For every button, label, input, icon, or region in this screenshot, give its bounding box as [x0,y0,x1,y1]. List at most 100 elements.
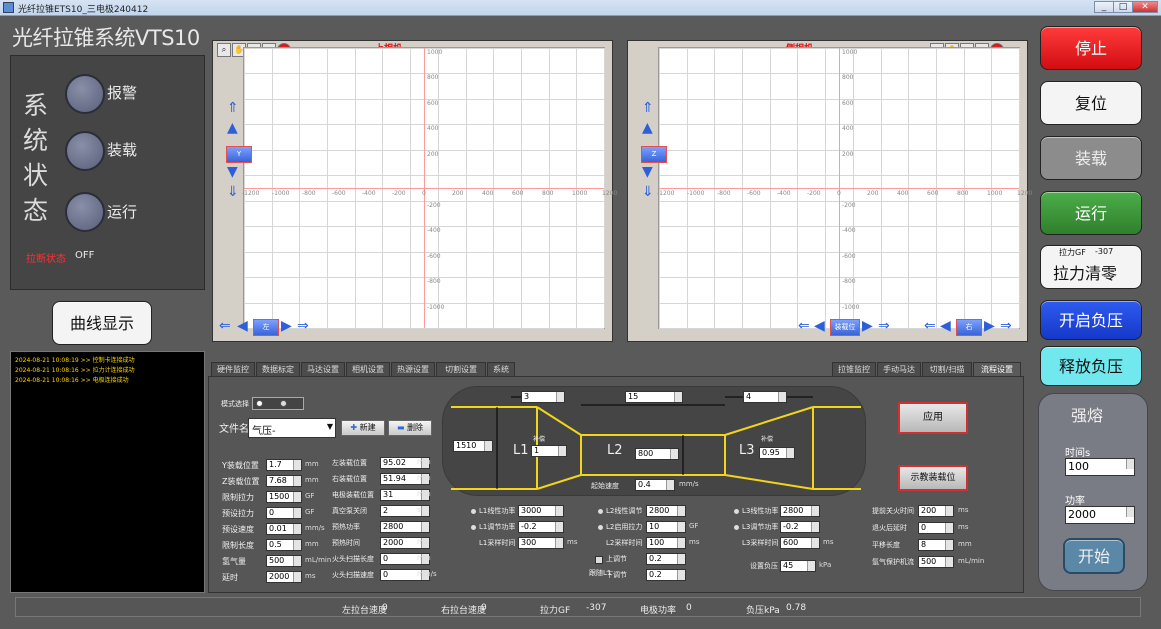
field-input[interactable]: 1500 [266,491,302,503]
open-negative-pressure-button[interactable]: 开启负压 [1040,300,1142,340]
field-input[interactable]: 0.01 [266,523,302,535]
left-fast-icon[interactable]: ⇐ [924,319,936,333]
field-input[interactable]: 0 [918,522,954,534]
new-file-button[interactable]: ✚ 新建 [341,420,385,436]
field-input[interactable]: 500 [918,556,954,568]
radio-button[interactable] [597,524,604,531]
field-input[interactable]: 2800 [646,505,686,517]
l3-top-length-input[interactable]: 4 [743,391,787,403]
mode-a-radio[interactable] [256,400,263,407]
start-speed-input[interactable]: 0.4 [635,479,675,491]
field-input[interactable]: 0.2 [646,553,686,565]
field-input[interactable]: -0.2 [518,521,564,533]
z-axis-button[interactable]: Z [641,146,667,163]
close-button[interactable]: ✕ [1132,1,1158,13]
curve-display-button[interactable]: 曲线显示 [52,301,152,345]
file-name-select[interactable]: 气压- ▼ [248,418,336,438]
radio-button[interactable] [470,508,477,515]
tab-motor-settings[interactable]: 马达设置 [301,362,345,377]
field-input[interactable]: 2800 [780,505,820,517]
right-icon[interactable]: ▶ [862,319,873,333]
melt-time-input[interactable]: 100 [1065,458,1135,476]
down-icon[interactable]: ▼ [227,165,238,179]
tab-cut-scan[interactable]: 切割/扫描 [922,362,972,377]
field-input[interactable]: 0.5 [266,539,302,551]
field-input[interactable]: 7.68 [266,475,302,487]
radio-button[interactable] [470,524,477,531]
up-icon[interactable]: ▲ [642,121,653,135]
field-input[interactable]: 2000 [266,571,302,583]
teach-load-position-button[interactable]: 示教装载位 [898,465,968,491]
melt-power-input[interactable]: 2000 [1065,506,1135,524]
right-icon[interactable]: ▶ [984,319,995,333]
field-input[interactable]: 300 [518,537,564,549]
melt-start-button[interactable]: 开始 [1063,538,1125,574]
tab-process-settings[interactable]: 流程设置 [973,362,1021,377]
field-input[interactable]: 200 [918,505,954,517]
down-fast-icon[interactable]: ⇓ [642,185,654,199]
load-position-button[interactable]: 装载位 [830,319,860,336]
right-icon[interactable]: ▶ [281,319,292,333]
field-input[interactable]: 600 [780,537,820,549]
tab-camera-settings[interactable]: 相机设置 [346,362,390,377]
radio-button[interactable] [597,508,604,515]
up-fast-icon[interactable]: ⇑ [227,101,239,115]
tab-taper-monitor[interactable]: 拉锥监控 [832,362,876,377]
tab-heat-source-settings[interactable]: 热源设置 [391,362,435,377]
right-fast-icon[interactable]: ⇒ [878,319,890,333]
reset-button[interactable]: 复位 [1040,81,1142,125]
tab-cut-settings[interactable]: 切割设置 [436,362,486,377]
left-icon[interactable]: ◀ [814,319,825,333]
left-fast-icon[interactable]: ⇐ [219,319,231,333]
field-input[interactable]: 1.7 [266,459,302,471]
radio-button[interactable] [733,524,740,531]
y-axis-button[interactable]: Y [226,146,252,163]
field-input[interactable]: 3000 [518,505,564,517]
field-input[interactable]: 100 [646,537,686,549]
left-direction-button[interactable]: 左 [253,319,279,336]
left-icon[interactable]: ◀ [237,319,248,333]
tab-data-calibration[interactable]: 数据标定 [256,362,300,377]
field-input[interactable]: 2800 [380,521,430,533]
field-input[interactable]: 500 [266,555,302,567]
neg-pressure-input[interactable]: 45 [780,560,816,572]
l3-comp-input[interactable]: 0.95 [759,447,795,459]
field-input[interactable]: 0.2 [646,569,686,581]
field-input[interactable]: 8 [918,539,954,551]
zoom-icon[interactable]: ⌕ [217,43,231,57]
down-fast-icon[interactable]: ⇓ [227,185,239,199]
up-icon[interactable]: ▲ [227,121,238,135]
field-input[interactable]: -0.2 [780,521,820,533]
side-camera-plot[interactable]: -1200 -1000 -800 -600 -400 -200 0 200 400 600 800 1… [657,47,1032,329]
stop-button[interactable]: 停止 [1040,26,1142,70]
right-fast-icon[interactable]: ⇒ [297,319,309,333]
right-fast-icon[interactable]: ⇒ [1000,319,1012,333]
tension-zero-button[interactable]: 拉力GF -307 拉力清零 [1040,245,1142,289]
l1-top-length-input[interactable]: 3 [521,391,565,403]
left-fast-icon[interactable]: ⇐ [798,319,810,333]
mode-toggle[interactable] [252,397,304,410]
right-direction-button[interactable]: 右 [956,319,982,336]
maximize-button[interactable]: □ [1113,1,1133,13]
run-button[interactable]: 运行 [1040,191,1142,235]
field-input[interactable]: 0 [266,507,302,519]
release-negative-pressure-button[interactable]: 释放负压 [1040,346,1142,386]
up-fast-icon[interactable]: ⇑ [642,101,654,115]
down-icon[interactable]: ▼ [642,165,653,179]
left-height-input[interactable]: 1510 [453,440,493,452]
load-button[interactable]: 装载 [1040,136,1142,180]
l1-comp-input[interactable]: 1 [531,445,567,457]
delete-file-button[interactable]: ▬ 删除 [388,420,432,436]
left-icon[interactable]: ◀ [940,319,951,333]
l2-top-length-input[interactable]: 15 [625,391,683,403]
field-input[interactable]: 10 [646,521,686,533]
minimize-button[interactable]: _ [1094,1,1114,13]
log-panel[interactable]: 2024-08-21 10:08:19 >> 控制卡连接成功 2024-08-2… [10,351,205,593]
follow-l1-checkbox[interactable] [595,556,603,564]
l2-height-input[interactable]: 800 [635,448,679,460]
mode-b-radio[interactable] [280,400,287,407]
field-input[interactable]: 2 [380,505,430,517]
tab-manual-motor[interactable]: 手动马达 [877,362,921,377]
tab-system[interactable]: 系统 [487,362,515,377]
radio-button[interactable] [733,508,740,515]
